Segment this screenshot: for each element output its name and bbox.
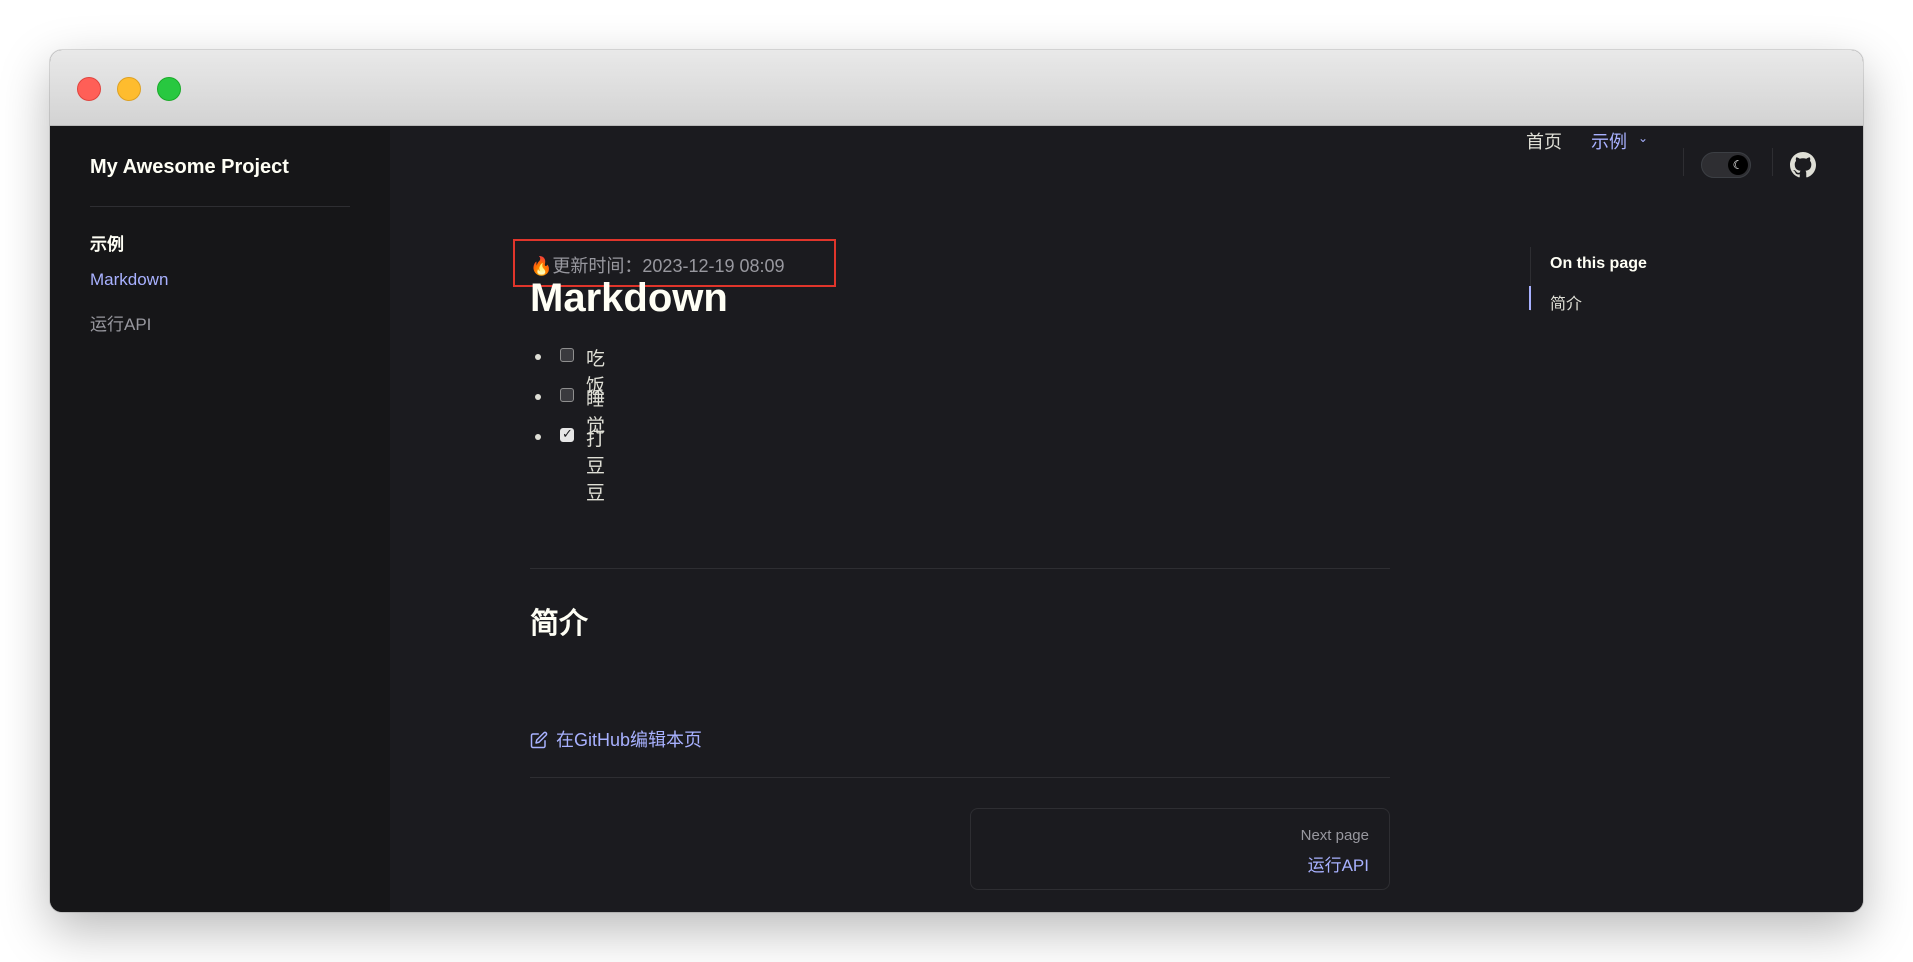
outline-item[interactable]: 简介 [1550, 290, 1582, 314]
nav-divider [1772, 148, 1773, 176]
pager-desc: Next page [1300, 827, 1369, 844]
browser-window: My Awesome Project 示例 Markdown 运行API 首页 … [50, 50, 1863, 912]
pager-title: 运行API [1307, 856, 1369, 875]
maximize-window-button[interactable] [157, 77, 181, 101]
todo-checkbox[interactable] [560, 388, 574, 402]
todo-checkbox[interactable] [560, 348, 574, 362]
edit-link-label: 在GitHub编辑本页 [556, 730, 703, 750]
bullet-icon [535, 394, 541, 400]
chevron-down-icon: ⌄ [1638, 131, 1649, 145]
last-updated: 🔥更新时间：2023-12-19 08:09 [530, 256, 785, 276]
todo-text: 打豆豆 [586, 429, 606, 504]
sidebar-item-markdown[interactable]: Markdown [90, 270, 168, 290]
main-panel: 首页 示例 ⌄ ☾ 🔥更新时间：2023-12-19 08:09 Markdow… [390, 126, 1863, 912]
nav-examples-menu[interactable]: 示例 [1591, 128, 1627, 154]
site-title[interactable]: My Awesome Project [90, 156, 289, 179]
outline-active-marker [1529, 286, 1531, 310]
bullet-icon [535, 434, 541, 440]
sidebar-item-run-api[interactable]: 运行API [90, 310, 151, 335]
moon-icon: ☾ [1728, 155, 1748, 175]
sidebar-group-title: 示例 [90, 235, 124, 254]
todo-checkbox[interactable]: ✓ [560, 426, 574, 442]
github-icon[interactable] [1790, 152, 1816, 178]
edit-on-github-link[interactable]: 在GitHub编辑本页 [530, 726, 702, 752]
window-titlebar [50, 50, 1863, 126]
theme-toggle-switch[interactable]: ☾ [1701, 152, 1751, 178]
bullet-icon [535, 354, 541, 360]
minimize-window-button[interactable] [117, 77, 141, 101]
section-heading: 简介 [530, 608, 589, 640]
checkmark-icon: ✓ [562, 426, 573, 441]
page-title: Markdown [530, 276, 728, 320]
sidebar-divider [90, 206, 350, 207]
edit-icon [530, 731, 548, 749]
next-page-card[interactable]: Next page 运行API [970, 808, 1390, 890]
outline-title: On this page [1550, 255, 1647, 272]
footer-divider [530, 777, 1390, 778]
content-divider [530, 568, 1390, 569]
close-window-button[interactable] [77, 77, 101, 101]
nav-divider [1683, 148, 1684, 176]
nav-home-link[interactable]: 首页 [1526, 128, 1562, 154]
sidebar: My Awesome Project 示例 Markdown 运行API [50, 126, 390, 912]
